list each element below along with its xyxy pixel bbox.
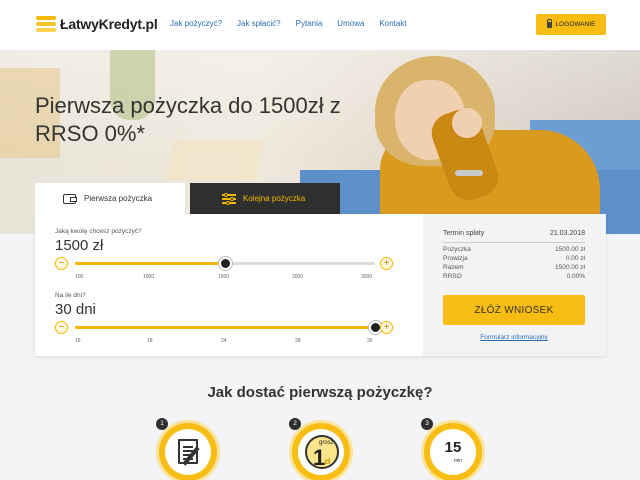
days-value: 30 dni xyxy=(55,301,96,318)
days-slider-track[interactable] xyxy=(75,326,375,329)
login-label: LOGOWANIE xyxy=(555,21,596,28)
tab-first-loan[interactable]: Pierwsza pożyczka xyxy=(35,183,185,214)
clock-value: 15 xyxy=(444,439,462,456)
amount-value: 1500 zł xyxy=(55,237,104,254)
wallet-icon xyxy=(63,193,77,204)
step-number: 2 xyxy=(289,418,301,430)
summary-row: Pożyczka 1500.00 zł xyxy=(443,246,585,253)
summary-row: Prowizja 0.00 zł xyxy=(443,255,585,262)
steps-title: Jak dostać pierwszą pożyczkę? xyxy=(207,384,433,401)
coin-icon: grosz 1 zł xyxy=(305,435,339,470)
summary-label: Prowizja xyxy=(443,255,468,262)
step-number: 1 xyxy=(156,418,168,430)
nav-link-jak-splacic[interactable]: Jak spłacić? xyxy=(237,19,281,28)
step-time: 15 min xyxy=(421,420,485,480)
nav-link-umowa[interactable]: Umowa xyxy=(337,19,364,28)
logo-text: ŁatwyKredyt.pl xyxy=(60,16,158,32)
days-tick: 18 xyxy=(147,338,153,344)
loan-summary: Termin spłaty 21.03.2018 Pożyczka 1500.0… xyxy=(423,214,606,356)
amount-tick: 1000 xyxy=(143,274,155,280)
coins-stack-icon xyxy=(36,16,56,32)
info-form-link[interactable]: Formularz informacyjny xyxy=(443,334,585,341)
amount-slider-handle[interactable] xyxy=(218,257,232,270)
tab-next-loan-label: Kolejna pożyczka xyxy=(243,194,306,203)
days-tick: 24 xyxy=(221,338,227,344)
days-tick: 30 xyxy=(367,338,373,344)
step-apply xyxy=(156,420,220,480)
tab-first-loan-label: Pierwsza pożyczka xyxy=(84,194,153,203)
summary-value: 1500.00 zł xyxy=(555,264,585,271)
apply-button[interactable]: ZŁÓŻ WNIOSEK xyxy=(443,295,585,325)
step-transfer: grosz 1 zł xyxy=(289,420,353,480)
days-decrease-button[interactable]: − xyxy=(55,321,68,334)
amount-increase-button[interactable]: + xyxy=(380,257,393,270)
wristwatch xyxy=(455,170,483,176)
summary-label: Pożyczka xyxy=(443,246,471,253)
amount-slider-fill xyxy=(75,262,225,265)
step-number: 3 xyxy=(421,418,433,430)
login-button[interactable]: LOGOWANIE xyxy=(536,14,606,35)
summary-value: 1500.00 zł xyxy=(555,246,585,253)
hero-title: Pierwsza pożyczka do 1500zł z RRSO 0%* xyxy=(35,93,341,146)
loan-calculator: Jaką kwotę chcesz pożyczyć? 1500 zł − + … xyxy=(35,214,606,356)
due-date-value: 21.03.2018 xyxy=(549,230,585,237)
site-header: ŁatwyKredyt.pl Jak pożyczyć? Jak spłacić… xyxy=(0,0,640,50)
woman-hand xyxy=(452,108,482,138)
clock-unit: min xyxy=(454,458,463,464)
amount-tick: 2000 xyxy=(292,274,304,280)
summary-label: Razem xyxy=(443,264,464,271)
coin-unit: zł xyxy=(324,457,331,466)
summary-value: 0.00 zł xyxy=(565,255,585,262)
lock-icon xyxy=(546,18,553,28)
summary-value: 0.00% xyxy=(566,273,585,280)
amount-tick: 1500 xyxy=(218,274,230,280)
nav-link-jak-pozyczyc[interactable]: Jak pożyczyć? xyxy=(170,19,222,28)
sliders-icon xyxy=(222,192,236,205)
nav-link-kontakt[interactable]: Kontakt xyxy=(379,19,406,28)
summary-label: RRSO xyxy=(443,273,462,280)
amount-tick: 3000 xyxy=(361,274,373,280)
days-question: Na ile dni? xyxy=(55,292,86,299)
days-slider-fill xyxy=(75,326,375,329)
amount-decrease-button[interactable]: − xyxy=(55,257,68,270)
amount-tick: 100 xyxy=(75,274,84,280)
days-tick: 15 xyxy=(75,338,81,344)
tab-next-loan[interactable]: Kolejna pożyczka xyxy=(190,183,340,214)
due-date-row: Termin spłaty 21.03.2018 xyxy=(443,230,585,237)
summary-row: Razem 1500.00 zł xyxy=(443,264,585,271)
logo[interactable]: ŁatwyKredyt.pl xyxy=(36,16,158,32)
summary-row: RRSO 0.00% xyxy=(443,273,585,280)
calculator-sliders: Jaką kwotę chcesz pożyczyć? 1500 zł − + … xyxy=(35,214,423,356)
days-tick: 28 xyxy=(295,338,301,344)
summary-divider xyxy=(443,242,585,243)
main-nav: Jak pożyczyć? Jak spłacić? Pytania Umowa… xyxy=(170,19,422,28)
due-date-label: Termin spłaty xyxy=(443,230,485,237)
days-increase-button[interactable]: + xyxy=(380,321,393,334)
amount-question: Jaką kwotę chcesz pożyczyć? xyxy=(55,228,142,235)
nav-link-pytania[interactable]: Pytania xyxy=(296,19,323,28)
clock-icon: 15 min xyxy=(430,429,476,475)
